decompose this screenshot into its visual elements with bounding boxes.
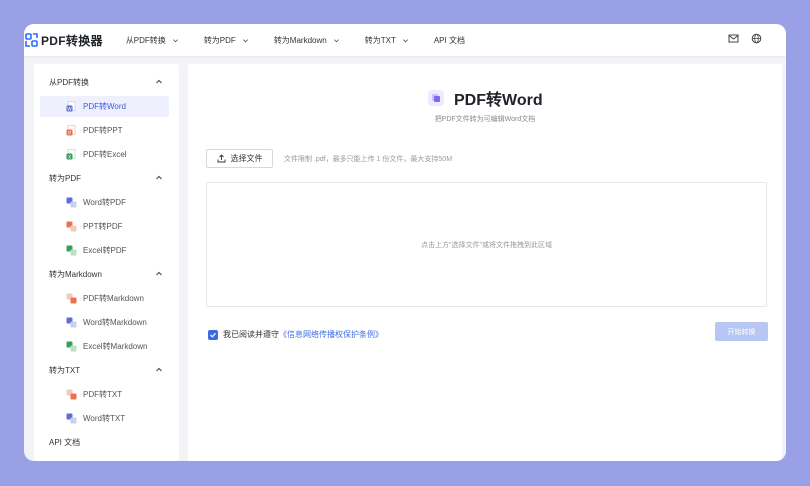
- sidebar-item-label: PDF转PPT: [83, 126, 123, 135]
- nav-to-markdown[interactable]: 转为Markdown: [274, 35, 340, 46]
- chevron-down-icon: [333, 38, 339, 42]
- chevron-down-icon: [172, 38, 178, 42]
- sidebar-item-pdf-to-markdown[interactable]: PDF转Markdown: [40, 288, 169, 309]
- nav-to-pdf[interactable]: 转为PDF: [204, 35, 249, 46]
- main-nav: 从PDF转换 转为PDF 转为Markdown 转为TXT API 文档: [126, 35, 465, 46]
- sidebar-item-label: PDF转TXT: [83, 390, 123, 399]
- sidebar-item-label: Excel转Markdown: [83, 342, 148, 351]
- chevron-down-icon: [242, 38, 248, 42]
- mail-icon[interactable]: [728, 33, 739, 44]
- sidebar-item-excel-to-markdown[interactable]: Excel转Markdown: [40, 336, 169, 357]
- title-area: PDF转Word: [428, 86, 543, 110]
- sidebar-item-word-to-markdown[interactable]: Word转Markdown: [40, 312, 169, 333]
- nav-label: 转为Markdown: [273, 35, 327, 45]
- main-panel: PDF转Word 把PDF文件转为可编辑Word文档 选择文件 文件限制 .pd…: [188, 64, 782, 461]
- sidebar-item-word-to-txt[interactable]: Word转TXT: [40, 408, 169, 429]
- logo[interactable]: PDF转换器: [24, 32, 103, 49]
- page-subtitle: 把PDF文件转为可编辑Word文档: [434, 116, 536, 123]
- sidebar-group-to-txt[interactable]: 转为TXT: [34, 360, 179, 380]
- excel-to-pdf-icon: [66, 245, 77, 256]
- start-convert-label: 开始转换: [727, 328, 756, 336]
- sidebar-group-to-pdf[interactable]: 转为PDF: [34, 168, 179, 188]
- ppt-file-icon: P: [66, 125, 76, 136]
- sidebar-item-label: PDF转Excel: [83, 150, 127, 159]
- sidebar-item-pdf-to-excel[interactable]: X PDF转Excel: [40, 144, 169, 165]
- agree-checkbox[interactable]: [208, 329, 218, 340]
- sidebar-group-label: API 文档: [49, 437, 81, 447]
- sidebar-item-label: PPT转PDF: [83, 222, 123, 231]
- nav-label: 转为TXT: [364, 35, 396, 45]
- choose-file-button[interactable]: 选择文件: [206, 149, 273, 168]
- word-to-txt-icon: [66, 413, 77, 424]
- sidebar-item-pdf-to-txt[interactable]: PDF转TXT: [40, 384, 169, 405]
- word-to-pdf-icon: [66, 197, 77, 208]
- sidebar-item-label: Word转TXT: [83, 414, 126, 423]
- sidebar-group-from-pdf[interactable]: 从PDF转换: [34, 72, 179, 92]
- sidebar: 从PDF转换 W PDF转Word P PDF转PPT X PDF转Excel …: [34, 64, 179, 461]
- check-icon: [210, 332, 216, 338]
- chevron-up-icon: [156, 175, 162, 180]
- word-doc-icon: [428, 90, 444, 106]
- logo-icon: [25, 33, 38, 47]
- sidebar-item-ppt-to-pdf[interactable]: PPT转PDF: [40, 216, 169, 237]
- sidebar-group-label: 转为Markdown: [49, 269, 102, 279]
- sidebar-group-label: 转为PDF: [49, 173, 81, 183]
- chevron-up-icon: [156, 367, 162, 372]
- sidebar-group-label: 从PDF转换: [49, 77, 89, 87]
- nav-label: 转为PDF: [203, 35, 236, 45]
- sidebar-item-word-to-pdf[interactable]: Word转PDF: [40, 192, 169, 213]
- word-to-md-icon: [66, 317, 77, 328]
- logo-text: PDF转换器: [41, 33, 103, 48]
- sidebar-item-label: Excel转PDF: [83, 246, 127, 255]
- dropzone-hint: 点击上方"选择文件"或将文件拖拽到此区域: [421, 241, 552, 249]
- svg-text:W: W: [67, 106, 72, 112]
- sidebar-item-label: PDF转Word: [83, 102, 126, 111]
- sidebar-item-label: Word转Markdown: [83, 318, 147, 327]
- excel-to-md-icon: [66, 341, 77, 352]
- top-navbar: PDF转换器 从PDF转换 转为PDF 转为Markdown 转为TXT API…: [24, 24, 786, 56]
- svg-text:P: P: [68, 130, 71, 136]
- nav-api-doc[interactable]: API 文档: [434, 35, 465, 46]
- sidebar-group-label: 转为TXT: [49, 365, 81, 375]
- upload-icon: [217, 154, 225, 163]
- svg-text:X: X: [68, 154, 71, 160]
- globe-icon[interactable]: [751, 33, 762, 44]
- chevron-up-icon: [156, 79, 162, 84]
- nav-label: 从PDF转换: [125, 35, 166, 45]
- pdf-to-txt-icon: [66, 389, 77, 400]
- nav-label: API 文档: [433, 35, 465, 45]
- chevron-up-icon: [156, 271, 162, 276]
- top-icons: [716, 33, 762, 44]
- sidebar-item-pdf-to-word[interactable]: W PDF转Word: [40, 96, 169, 117]
- choose-file-label: 选择文件: [230, 154, 263, 163]
- sidebar-item-excel-to-pdf[interactable]: Excel转PDF: [40, 240, 169, 261]
- upload-dropzone[interactable]: 点击上方"选择文件"或将文件拖拽到此区域: [206, 182, 767, 307]
- agreement-link[interactable]: 《信息网络传播权保护条例》: [279, 329, 383, 340]
- file-limit-text: 文件限制 .pdf，最多只能上传 1 份文件，最大支持50M: [284, 156, 453, 163]
- chevron-down-icon: [402, 38, 408, 42]
- agree-text: 我已阅读并遵守: [223, 330, 279, 339]
- ppt-to-pdf-icon: [66, 221, 77, 232]
- sidebar-item-label: PDF转Markdown: [83, 294, 144, 303]
- agreement-row: 我已阅读并遵守 《信息网络传播权保护条例》: [208, 329, 383, 340]
- page-title: PDF转Word: [454, 92, 543, 109]
- sidebar-item-label: Word转PDF: [83, 198, 126, 207]
- excel-file-icon: X: [66, 149, 76, 160]
- nav-to-txt[interactable]: 转为TXT: [365, 35, 409, 46]
- sidebar-group-to-markdown[interactable]: 转为Markdown: [34, 264, 179, 284]
- word-file-icon: W: [66, 101, 76, 112]
- pdf-to-md-icon: [66, 293, 77, 304]
- start-convert-button[interactable]: 开始转换: [715, 322, 768, 341]
- sidebar-item-api-doc[interactable]: API 文档: [34, 432, 179, 452]
- nav-from-pdf[interactable]: 从PDF转换: [126, 35, 179, 46]
- sidebar-item-pdf-to-ppt[interactable]: P PDF转PPT: [40, 120, 169, 141]
- app-window: PDF转换器 从PDF转换 转为PDF 转为Markdown 转为TXT API…: [24, 24, 786, 461]
